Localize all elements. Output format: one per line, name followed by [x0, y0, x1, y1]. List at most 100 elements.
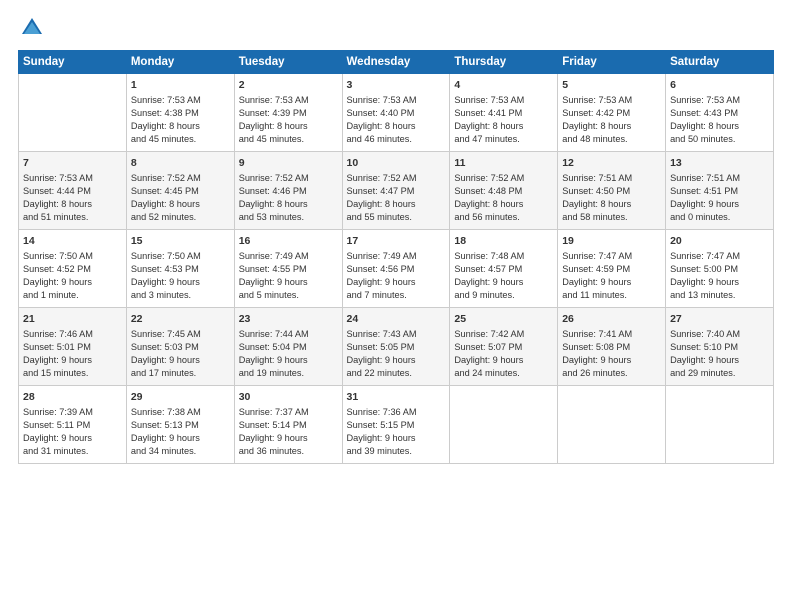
cell-content: Sunrise: 7:53 AM Sunset: 4:44 PM Dayligh…: [23, 172, 122, 224]
calendar-cell: 19Sunrise: 7:47 AM Sunset: 4:59 PM Dayli…: [558, 230, 666, 308]
day-number: 26: [562, 312, 661, 327]
calendar-cell: 15Sunrise: 7:50 AM Sunset: 4:53 PM Dayli…: [126, 230, 234, 308]
cell-content: Sunrise: 7:50 AM Sunset: 4:53 PM Dayligh…: [131, 250, 230, 302]
calendar-cell: [19, 74, 127, 152]
calendar-cell: 24Sunrise: 7:43 AM Sunset: 5:05 PM Dayli…: [342, 308, 450, 386]
cell-content: Sunrise: 7:43 AM Sunset: 5:05 PM Dayligh…: [347, 328, 446, 380]
calendar-cell: 5Sunrise: 7:53 AM Sunset: 4:42 PM Daylig…: [558, 74, 666, 152]
cell-content: Sunrise: 7:53 AM Sunset: 4:42 PM Dayligh…: [562, 94, 661, 146]
week-row-4: 21Sunrise: 7:46 AM Sunset: 5:01 PM Dayli…: [19, 308, 774, 386]
cell-content: Sunrise: 7:36 AM Sunset: 5:15 PM Dayligh…: [347, 406, 446, 458]
week-row-1: 1Sunrise: 7:53 AM Sunset: 4:38 PM Daylig…: [19, 74, 774, 152]
calendar-cell: 28Sunrise: 7:39 AM Sunset: 5:11 PM Dayli…: [19, 386, 127, 464]
day-number: 13: [670, 156, 769, 171]
calendar-cell: 3Sunrise: 7:53 AM Sunset: 4:40 PM Daylig…: [342, 74, 450, 152]
header-row: SundayMondayTuesdayWednesdayThursdayFrid…: [19, 51, 774, 74]
col-header-friday: Friday: [558, 51, 666, 74]
cell-content: Sunrise: 7:53 AM Sunset: 4:43 PM Dayligh…: [670, 94, 769, 146]
day-number: 5: [562, 78, 661, 93]
day-number: 21: [23, 312, 122, 327]
col-header-tuesday: Tuesday: [234, 51, 342, 74]
day-number: 24: [347, 312, 446, 327]
day-number: 27: [670, 312, 769, 327]
logo: [18, 18, 44, 40]
calendar-cell: 2Sunrise: 7:53 AM Sunset: 4:39 PM Daylig…: [234, 74, 342, 152]
calendar-cell: 17Sunrise: 7:49 AM Sunset: 4:56 PM Dayli…: [342, 230, 450, 308]
cell-content: Sunrise: 7:44 AM Sunset: 5:04 PM Dayligh…: [239, 328, 338, 380]
calendar-cell: 16Sunrise: 7:49 AM Sunset: 4:55 PM Dayli…: [234, 230, 342, 308]
calendar-cell: 10Sunrise: 7:52 AM Sunset: 4:47 PM Dayli…: [342, 152, 450, 230]
calendar-table: SundayMondayTuesdayWednesdayThursdayFrid…: [18, 50, 774, 464]
calendar-cell: 25Sunrise: 7:42 AM Sunset: 5:07 PM Dayli…: [450, 308, 558, 386]
col-header-thursday: Thursday: [450, 51, 558, 74]
calendar-cell: 21Sunrise: 7:46 AM Sunset: 5:01 PM Dayli…: [19, 308, 127, 386]
calendar-cell: 22Sunrise: 7:45 AM Sunset: 5:03 PM Dayli…: [126, 308, 234, 386]
day-number: 19: [562, 234, 661, 249]
day-number: 14: [23, 234, 122, 249]
week-row-2: 7Sunrise: 7:53 AM Sunset: 4:44 PM Daylig…: [19, 152, 774, 230]
calendar-cell: [450, 386, 558, 464]
cell-content: Sunrise: 7:52 AM Sunset: 4:45 PM Dayligh…: [131, 172, 230, 224]
week-row-3: 14Sunrise: 7:50 AM Sunset: 4:52 PM Dayli…: [19, 230, 774, 308]
calendar-cell: 29Sunrise: 7:38 AM Sunset: 5:13 PM Dayli…: [126, 386, 234, 464]
calendar-cell: 6Sunrise: 7:53 AM Sunset: 4:43 PM Daylig…: [666, 74, 774, 152]
cell-content: Sunrise: 7:47 AM Sunset: 5:00 PM Dayligh…: [670, 250, 769, 302]
day-number: 12: [562, 156, 661, 171]
cell-content: Sunrise: 7:53 AM Sunset: 4:39 PM Dayligh…: [239, 94, 338, 146]
day-number: 11: [454, 156, 553, 171]
calendar-cell: 30Sunrise: 7:37 AM Sunset: 5:14 PM Dayli…: [234, 386, 342, 464]
cell-content: Sunrise: 7:48 AM Sunset: 4:57 PM Dayligh…: [454, 250, 553, 302]
col-header-saturday: Saturday: [666, 51, 774, 74]
day-number: 28: [23, 390, 122, 405]
day-number: 29: [131, 390, 230, 405]
calendar-cell: 14Sunrise: 7:50 AM Sunset: 4:52 PM Dayli…: [19, 230, 127, 308]
day-number: 25: [454, 312, 553, 327]
calendar-page: SundayMondayTuesdayWednesdayThursdayFrid…: [0, 0, 792, 612]
cell-content: Sunrise: 7:38 AM Sunset: 5:13 PM Dayligh…: [131, 406, 230, 458]
day-number: 2: [239, 78, 338, 93]
cell-content: Sunrise: 7:39 AM Sunset: 5:11 PM Dayligh…: [23, 406, 122, 458]
calendar-cell: [666, 386, 774, 464]
col-header-monday: Monday: [126, 51, 234, 74]
day-number: 30: [239, 390, 338, 405]
col-header-wednesday: Wednesday: [342, 51, 450, 74]
calendar-cell: 27Sunrise: 7:40 AM Sunset: 5:10 PM Dayli…: [666, 308, 774, 386]
day-number: 8: [131, 156, 230, 171]
cell-content: Sunrise: 7:51 AM Sunset: 4:51 PM Dayligh…: [670, 172, 769, 224]
cell-content: Sunrise: 7:52 AM Sunset: 4:47 PM Dayligh…: [347, 172, 446, 224]
cell-content: Sunrise: 7:52 AM Sunset: 4:48 PM Dayligh…: [454, 172, 553, 224]
day-number: 6: [670, 78, 769, 93]
calendar-cell: [558, 386, 666, 464]
cell-content: Sunrise: 7:37 AM Sunset: 5:14 PM Dayligh…: [239, 406, 338, 458]
calendar-cell: 8Sunrise: 7:52 AM Sunset: 4:45 PM Daylig…: [126, 152, 234, 230]
cell-content: Sunrise: 7:50 AM Sunset: 4:52 PM Dayligh…: [23, 250, 122, 302]
cell-content: Sunrise: 7:53 AM Sunset: 4:40 PM Dayligh…: [347, 94, 446, 146]
cell-content: Sunrise: 7:51 AM Sunset: 4:50 PM Dayligh…: [562, 172, 661, 224]
calendar-cell: 11Sunrise: 7:52 AM Sunset: 4:48 PM Dayli…: [450, 152, 558, 230]
calendar-cell: 9Sunrise: 7:52 AM Sunset: 4:46 PM Daylig…: [234, 152, 342, 230]
day-number: 7: [23, 156, 122, 171]
day-number: 9: [239, 156, 338, 171]
calendar-cell: 20Sunrise: 7:47 AM Sunset: 5:00 PM Dayli…: [666, 230, 774, 308]
calendar-cell: 1Sunrise: 7:53 AM Sunset: 4:38 PM Daylig…: [126, 74, 234, 152]
logo-icon: [20, 16, 44, 40]
calendar-cell: 23Sunrise: 7:44 AM Sunset: 5:04 PM Dayli…: [234, 308, 342, 386]
day-number: 31: [347, 390, 446, 405]
calendar-cell: 13Sunrise: 7:51 AM Sunset: 4:51 PM Dayli…: [666, 152, 774, 230]
calendar-cell: 7Sunrise: 7:53 AM Sunset: 4:44 PM Daylig…: [19, 152, 127, 230]
cell-content: Sunrise: 7:52 AM Sunset: 4:46 PM Dayligh…: [239, 172, 338, 224]
day-number: 17: [347, 234, 446, 249]
cell-content: Sunrise: 7:53 AM Sunset: 4:41 PM Dayligh…: [454, 94, 553, 146]
day-number: 10: [347, 156, 446, 171]
day-number: 22: [131, 312, 230, 327]
day-number: 16: [239, 234, 338, 249]
calendar-cell: 18Sunrise: 7:48 AM Sunset: 4:57 PM Dayli…: [450, 230, 558, 308]
calendar-cell: 26Sunrise: 7:41 AM Sunset: 5:08 PM Dayli…: [558, 308, 666, 386]
cell-content: Sunrise: 7:45 AM Sunset: 5:03 PM Dayligh…: [131, 328, 230, 380]
day-number: 1: [131, 78, 230, 93]
day-number: 18: [454, 234, 553, 249]
week-row-5: 28Sunrise: 7:39 AM Sunset: 5:11 PM Dayli…: [19, 386, 774, 464]
cell-content: Sunrise: 7:40 AM Sunset: 5:10 PM Dayligh…: [670, 328, 769, 380]
day-number: 4: [454, 78, 553, 93]
cell-content: Sunrise: 7:53 AM Sunset: 4:38 PM Dayligh…: [131, 94, 230, 146]
